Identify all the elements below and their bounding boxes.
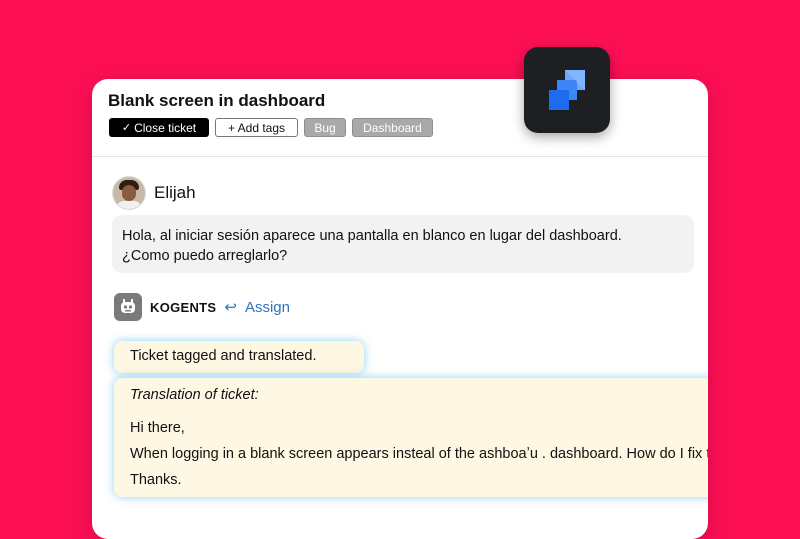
- close-ticket-button[interactable]: ✓ Close ticket: [109, 118, 209, 137]
- translation-line: When logging in a blank screen appears i…: [130, 446, 708, 462]
- translation-line: Thanks.: [130, 472, 182, 488]
- bot-header: KOGENTS ↩ Assign: [114, 293, 290, 321]
- undo-arrow-icon: ↩: [224, 299, 237, 316]
- add-tags-button[interactable]: + Add tags: [215, 118, 298, 137]
- check-icon: ✓: [121, 122, 132, 134]
- bot-status-bubble: Ticket tagged and translated.: [114, 341, 364, 373]
- ticket-card: Blank screen in dashboard ✓ Close ticket…: [92, 79, 708, 539]
- assign-link[interactable]: ↩ Assign: [224, 298, 290, 317]
- user-message-bubble: Hola, al iniciar sesión aparece una pant…: [112, 215, 694, 273]
- tag-bug[interactable]: Bug: [304, 118, 346, 137]
- user-name: Elijah: [154, 183, 196, 202]
- close-ticket-label: Close ticket: [134, 120, 197, 135]
- ticket-actions: ✓ Close ticket + Add tags Bug Dashboard: [109, 118, 433, 137]
- translation-title: Translation of ticket:: [130, 387, 259, 403]
- ticket-header: Blank screen in dashboard ✓ Close ticket…: [92, 79, 708, 157]
- translation-line: Hi there,: [130, 420, 185, 436]
- user-message-line: Hola, al iniciar sesión aparece una pant…: [122, 228, 622, 244]
- translation-bubble: Translation of ticket: Hi there, When lo…: [114, 378, 708, 497]
- robot-icon: [114, 293, 142, 321]
- avatar: [112, 176, 146, 210]
- user-header: Elijah: [112, 176, 196, 210]
- user-message-line: ¿Como puedo arreglarlo?: [122, 248, 288, 264]
- bot-name: KOGENTS: [150, 299, 217, 315]
- ticket-title: Blank screen in dashboard: [108, 91, 326, 110]
- jira-logo-icon: [524, 47, 610, 133]
- tag-dashboard[interactable]: Dashboard: [352, 118, 433, 137]
- assign-label: Assign: [244, 298, 290, 316]
